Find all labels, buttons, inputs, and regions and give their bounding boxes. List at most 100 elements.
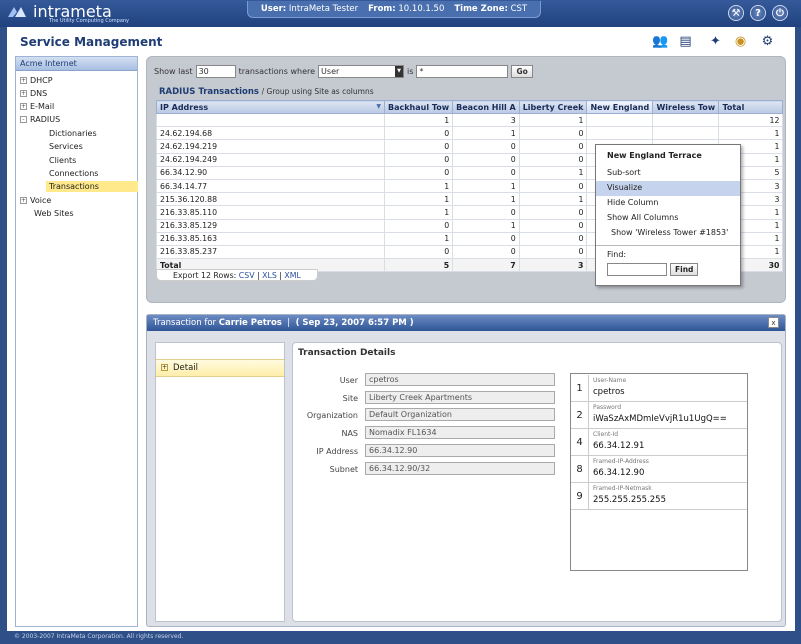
chevron-down-icon[interactable]: ▼	[395, 65, 404, 77]
column-header[interactable]: Backhaul Tow	[383, 100, 454, 114]
sidebar-item-dhcp[interactable]: + DHCP	[20, 76, 53, 85]
column-header-ip-address[interactable]: IP Address ▼	[156, 100, 385, 114]
cell-count	[652, 112, 720, 128]
cell-count: 0	[452, 139, 520, 154]
globe-icon[interactable]: ◉	[732, 33, 749, 50]
sidebar-item-label: DNS	[30, 89, 48, 98]
sidebar-item-clients[interactable]: Clients	[49, 156, 76, 165]
sidebar-item-voice[interactable]: + Voice	[20, 196, 51, 205]
field-value-site: Liberty Creek Apartments	[365, 391, 555, 404]
sidebar-item-services[interactable]: Services	[49, 142, 83, 151]
attribute-row: 9 Framed-IP-Netmask 255.255.255.255	[571, 483, 747, 510]
column-header[interactable]: Total	[718, 100, 784, 114]
page-title: Service Management	[20, 35, 163, 49]
collapse-icon[interactable]: -	[20, 116, 27, 123]
close-icon[interactable]: x	[768, 317, 779, 328]
cell-count: 0	[518, 126, 588, 141]
table-row[interactable]: 24.62.194.68 0 1 0 1	[156, 126, 784, 141]
field-label-site: Site	[342, 394, 358, 403]
export-csv-link[interactable]: CSV	[239, 271, 255, 280]
sidebar-item-connections[interactable]: Connections	[49, 169, 98, 178]
help-icon[interactable]: ?	[750, 5, 766, 21]
users-icon[interactable]: 👥	[652, 33, 669, 50]
cell-ip-address: 66.34.14.77	[156, 178, 385, 194]
sidebar-item-email[interactable]: + E-Mail	[20, 102, 54, 111]
go-button[interactable]: Go	[511, 64, 533, 78]
cell-count: 0	[518, 231, 588, 246]
filter-where-label: transactions where	[238, 66, 316, 76]
wrench-icon[interactable]: ⚒	[728, 5, 744, 21]
cell-count: 0	[383, 152, 454, 167]
grid-title: RADIUS Transactions / Group using Site a…	[159, 87, 374, 97]
find-input[interactable]	[607, 263, 667, 276]
separator: |	[287, 318, 291, 328]
table-header-row: IP Address ▼ Backhaul Tow Beacon Hill A Libe…	[156, 100, 784, 114]
cell-ip-address: 216.33.85.110	[156, 205, 385, 220]
find-button[interactable]: Find	[670, 263, 699, 276]
sidebar-root[interactable]: Acme Internet	[16, 57, 137, 71]
grid-title-text: RADIUS Transactions	[159, 87, 259, 97]
network-icon[interactable]: ✦	[707, 33, 724, 50]
export-bar: Export 12 Rows: CSV | XLS | XML	[156, 269, 318, 281]
tab-detail[interactable]: + Detail	[156, 359, 284, 377]
cell-count: 0	[518, 178, 588, 194]
cell-count: 0	[452, 231, 520, 246]
expand-icon[interactable]: +	[20, 197, 27, 204]
sidebar-item-websites[interactable]: Web Sites	[34, 209, 74, 218]
cell-count: 1	[518, 165, 588, 180]
cell-ip-address: 216.33.85.237	[156, 244, 385, 260]
menu-item-show-all-columns[interactable]: Show All Columns	[596, 211, 740, 226]
attribute-number: 9	[571, 483, 589, 510]
field-label-ip-address: IP Address	[316, 447, 358, 456]
gears-icon[interactable]: ⚙	[759, 33, 776, 50]
column-header[interactable]: New England	[586, 100, 654, 114]
sidebar-item-radius[interactable]: - RADIUS	[20, 115, 60, 124]
column-header[interactable]: Beacon Hill A	[452, 100, 520, 114]
power-icon[interactable]: ⏻	[772, 5, 788, 21]
menu-item-sub-sort[interactable]: Sub-sort	[596, 166, 740, 181]
attribute-label: Password	[593, 404, 622, 411]
filter-show-last-label: Show last	[154, 66, 193, 76]
expand-icon[interactable]: +	[20, 90, 27, 97]
count-input[interactable]: 30	[195, 64, 236, 78]
detail-tabs: + Detail	[155, 342, 285, 622]
attribute-label: Framed-IP-Netmask	[593, 485, 652, 492]
session-from-value: 10.10.1.50	[398, 4, 445, 14]
field-value-ip-address: 66.34.12.90	[365, 444, 555, 457]
session-user-value: IntraMeta Tester	[288, 4, 359, 14]
radius-attributes-list: 1 User-Name cpetros 2 Password iWaSzAxMDmIeV…	[570, 373, 748, 571]
cell-ip-address: 66.34.12.90	[156, 165, 385, 180]
field-select-value: User	[321, 66, 340, 76]
menu-item-visualize[interactable]: Visualize	[596, 181, 740, 196]
menu-item-hide-column[interactable]: Hide Column	[596, 196, 740, 211]
cell-count: 12	[718, 112, 784, 128]
value-input[interactable]: *	[416, 64, 509, 78]
table-row[interactable]: 1 3 1 12	[156, 112, 784, 128]
field-value-nas: Nomadix FL1634	[365, 426, 555, 439]
export-xml-link[interactable]: XML	[284, 271, 300, 280]
attribute-value: 66.34.12.90	[593, 468, 645, 478]
cell-count	[586, 126, 654, 141]
cell-count: 0	[452, 152, 520, 167]
expand-icon[interactable]: +	[20, 77, 27, 84]
field-value-user: cpetros	[365, 373, 555, 386]
sidebar-item-transactions[interactable]: Transactions	[46, 181, 138, 192]
field-select[interactable]: User ▼	[318, 64, 405, 78]
column-header[interactable]: Liberty Creek	[518, 100, 588, 114]
sort-arrow-icon[interactable]: ▼	[376, 103, 381, 110]
id-card-icon[interactable]: ▤	[677, 33, 694, 50]
column-header[interactable]: Wireless Tow	[652, 100, 720, 114]
cell-count: 0	[518, 152, 588, 167]
expand-icon[interactable]: +	[20, 103, 27, 110]
sidebar-item-dictionaries[interactable]: Dictionaries	[49, 129, 97, 138]
sidebar-item-dns[interactable]: + DNS	[20, 89, 47, 98]
tab-detail-label: Detail	[173, 363, 199, 373]
expand-icon: +	[161, 364, 168, 371]
cell-count: 0	[452, 205, 520, 220]
context-menu-header: New England Terrace	[607, 151, 702, 160]
menu-item-show-wireless-tower[interactable]: Show 'Wireless Tower #1853'	[596, 226, 740, 241]
column-context-menu: New England Terrace Sub-sort Visualize H…	[595, 144, 741, 286]
cell-count	[652, 126, 720, 141]
attribute-value: 255.255.255.255	[593, 495, 667, 505]
export-xls-link[interactable]: XLS	[262, 271, 277, 280]
